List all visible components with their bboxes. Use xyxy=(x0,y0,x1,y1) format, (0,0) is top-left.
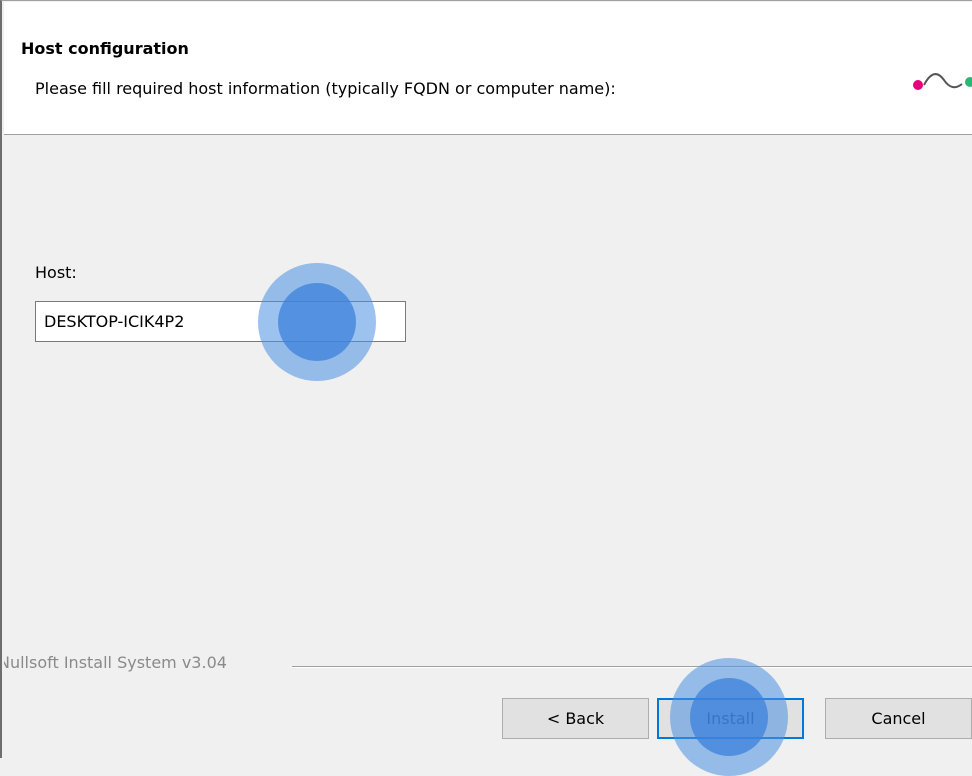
cancel-button[interactable]: Cancel xyxy=(825,698,972,739)
host-label: Host: xyxy=(35,263,77,282)
back-button[interactable]: < Back xyxy=(502,698,649,739)
branding-row: Nullsoft Install System v3.04 xyxy=(4,653,972,677)
curve-logo-icon xyxy=(913,73,972,90)
branding-text: Nullsoft Install System v3.04 xyxy=(4,653,227,672)
page-title: Host configuration xyxy=(21,39,189,58)
host-input[interactable] xyxy=(35,301,406,342)
header-banner: Host configuration Please fill required … xyxy=(4,2,972,135)
page-subtitle: Please fill required host information (t… xyxy=(35,79,616,98)
branding-divider xyxy=(292,666,972,668)
install-button[interactable]: Install xyxy=(657,698,804,739)
installer-window: Host configuration Please fill required … xyxy=(0,0,972,776)
